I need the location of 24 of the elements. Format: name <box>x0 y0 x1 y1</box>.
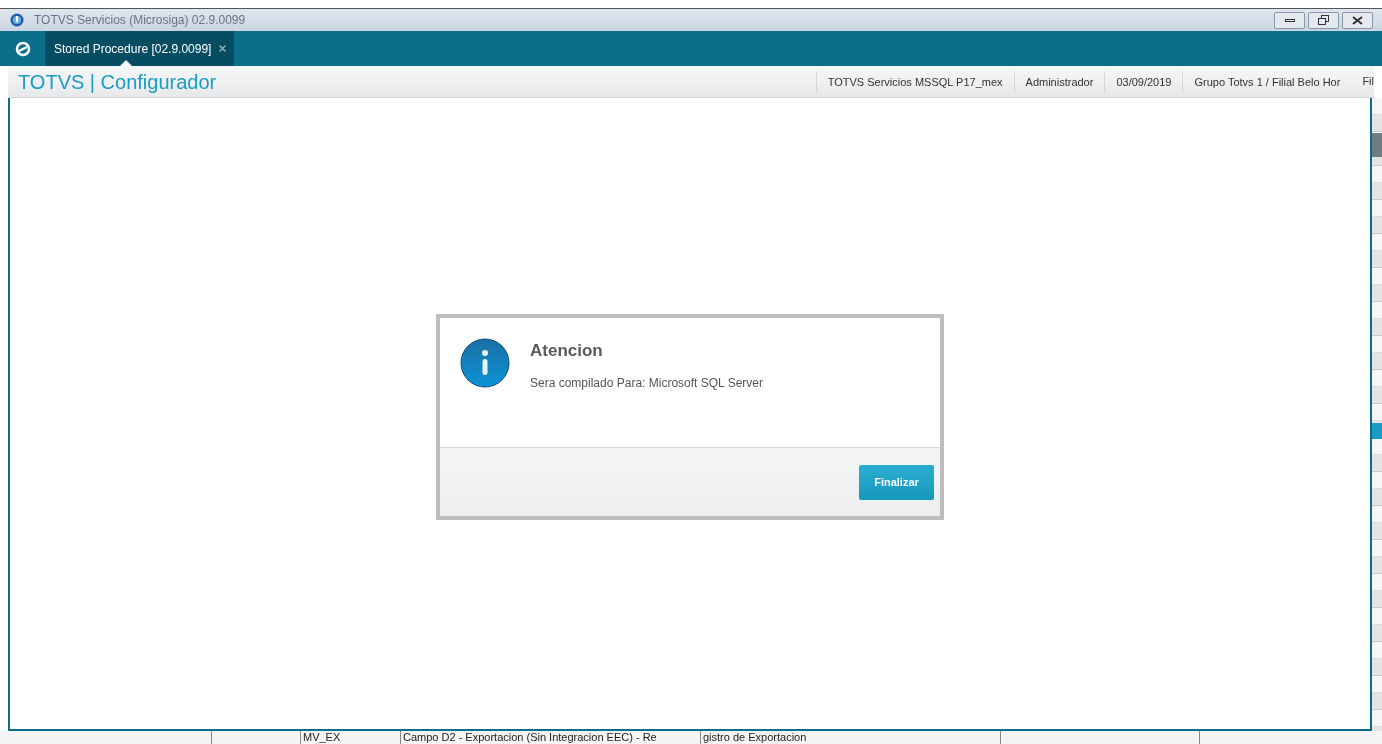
app-title: TOTVS | Configurador <box>18 69 217 95</box>
header-info: 03/09/2019 <box>1104 70 1183 93</box>
header-info: Administrador <box>1013 70 1105 93</box>
minimize-button[interactable] <box>1274 11 1305 29</box>
header-info: Fil <box>1361 74 1374 90</box>
logo-icon <box>14 40 31 57</box>
table-cell: gistro de Exportacion <box>703 731 807 743</box>
info-icon <box>460 338 510 388</box>
window-title: TOTVS Servicios (Microsiga) 02.9.0099 <box>34 12 246 29</box>
tab[interactable]: Stored Procedure [02.9.0099] <box>46 31 235 66</box>
close-icon <box>1352 15 1363 25</box>
dialog-title: Atencion <box>530 340 604 362</box>
table-cell: Campo D2 - Exportacion (Sin Integracion EEC) - Re <box>403 731 657 743</box>
close-tab-icon[interactable] <box>219 45 227 52</box>
minimize-icon <box>1284 18 1295 22</box>
close-button[interactable] <box>1342 11 1373 29</box>
dialog-message: Sera compilado Para: Microsoft SQL Server <box>530 374 763 392</box>
table-header <box>1372 133 1382 157</box>
app-logo-icon <box>10 13 24 27</box>
header-info: Grupo Totvs 1 / Filial Belo Hor <box>1182 70 1352 93</box>
restore-icon <box>1318 15 1329 25</box>
table-cell: MV_EX <box>303 731 341 743</box>
header-info: TOTVS Servicios MSSQL P17_mex <box>815 70 1014 93</box>
restore-button[interactable] <box>1308 11 1339 29</box>
